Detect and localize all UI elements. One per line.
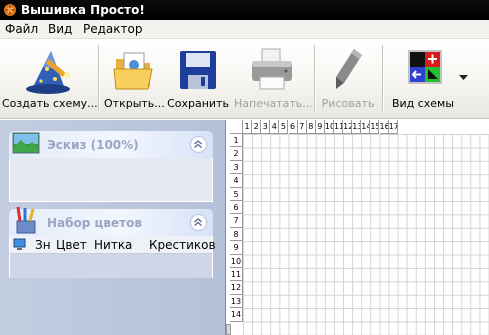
monitor-icon — [13, 238, 26, 250]
view-scheme-button[interactable]: Вид схемы — [388, 45, 458, 115]
menu-file[interactable]: Файл — [5, 22, 38, 36]
sketch-panel: Эскиз (100%) — [9, 131, 213, 202]
colors-panel-body: Зн Цвет Нитка Крестиков — [9, 236, 216, 278]
left-panel: Эскиз (100%) Набор цветов Зн Цвет Нитка … — [0, 120, 225, 335]
open-label: Открыть... — [104, 97, 165, 110]
column-number: 14 — [361, 120, 371, 134]
colors-panel-title: Набор цветов — [47, 216, 142, 230]
column-number: 7 — [297, 120, 307, 134]
column-number: 1 — [243, 120, 253, 134]
column-number: 10 — [324, 120, 334, 134]
save-button[interactable]: Сохранить — [167, 45, 229, 115]
row-number: 6 — [230, 201, 243, 215]
draw-label: Рисовать — [321, 97, 375, 110]
menu-view[interactable]: Вид — [48, 22, 72, 36]
print-button[interactable]: Напечатать... — [234, 45, 313, 115]
row-number: 4 — [230, 174, 243, 188]
row-number: 14 — [230, 308, 243, 322]
menu-bar: Файл Вид Редактор — [0, 20, 489, 39]
create-scheme-label: Создать схему... — [2, 97, 98, 110]
draw-button[interactable]: Рисовать — [318, 45, 378, 115]
column-number: 9 — [315, 120, 325, 134]
column-symbol[interactable]: Зн — [35, 238, 51, 252]
printer-icon — [252, 48, 292, 90]
column-thread[interactable]: Нитка — [94, 238, 132, 252]
row-number: 13 — [230, 294, 243, 309]
row-number: 8 — [230, 227, 243, 242]
column-number: 3 — [261, 120, 271, 134]
scheme-grid-area[interactable]: 1234567891011121314151617 12345678910111… — [225, 120, 489, 335]
app-icon — [4, 4, 16, 16]
row-numbers: 1 2 3 4 5 6 7 8 9 10 11 12 13 14 — [230, 134, 243, 335]
open-button[interactable]: Открыть... — [104, 45, 165, 115]
menu-editor[interactable]: Редактор — [83, 22, 142, 36]
column-number: 5 — [279, 120, 289, 134]
colors-panel-header[interactable]: Набор цветов — [9, 206, 213, 236]
column-number: 11 — [334, 120, 344, 134]
pencil-icon — [336, 49, 362, 89]
colors-list[interactable] — [10, 254, 212, 278]
column-number: 8 — [306, 120, 316, 134]
row-number: 10 — [230, 254, 243, 268]
row-number: 12 — [230, 281, 243, 295]
stitch-grid[interactable] — [243, 134, 489, 335]
column-number: 2 — [252, 120, 262, 134]
row-number: 1 — [230, 134, 243, 148]
window-title: Вышивка Просто! — [21, 3, 145, 17]
column-number: 13 — [352, 120, 362, 134]
collapse-chevron-icon[interactable] — [190, 136, 207, 153]
grid-corner — [230, 120, 243, 134]
title-bar: Вышивка Просто! — [0, 0, 489, 20]
column-number: 16 — [379, 120, 389, 134]
collapse-chevron-icon[interactable] — [190, 214, 207, 231]
toolbar-separator — [314, 45, 316, 111]
row-number: 5 — [230, 187, 243, 201]
toolbar: Создать схему... Открыть... Сохранить На… — [0, 39, 489, 119]
column-color[interactable]: Цвет — [56, 238, 87, 252]
dropdown-arrow-icon[interactable] — [459, 75, 468, 81]
row-number: 3 — [230, 160, 243, 175]
column-number: 6 — [288, 120, 298, 134]
column-crosses[interactable]: Крестиков — [149, 238, 216, 252]
sketch-panel-title: Эскиз (100%) — [47, 138, 139, 152]
wizard-hat-icon — [26, 51, 70, 94]
row-number: 11 — [230, 268, 243, 282]
column-number: 17 — [388, 120, 398, 134]
column-number: 4 — [270, 120, 280, 134]
folder-open-icon — [113, 52, 153, 90]
sketch-panel-header[interactable]: Эскиз (100%) — [9, 131, 213, 158]
create-scheme-button[interactable]: Создать схему... — [2, 45, 98, 115]
scheme-view-icon — [408, 50, 442, 84]
landscape-picture-icon — [12, 132, 40, 154]
floppy-disk-icon — [180, 51, 216, 89]
column-number: 12 — [343, 120, 353, 134]
colors-panel: Набор цветов Зн Цвет Нитка Крестиков — [9, 206, 216, 278]
toolbar-separator — [382, 45, 384, 111]
column-number: 15 — [370, 120, 380, 134]
row-number: 7 — [230, 214, 243, 228]
row-number: 9 — [230, 241, 243, 255]
brushes-icon — [16, 206, 36, 234]
save-label: Сохранить — [167, 97, 229, 110]
row-number: 2 — [230, 147, 243, 161]
column-numbers: 1234567891011121314151617 — [243, 120, 489, 134]
print-label: Напечатать... — [234, 97, 313, 110]
view-scheme-label: Вид схемы — [391, 97, 455, 110]
sketch-panel-body — [9, 158, 213, 202]
colors-table-header: Зн Цвет Нитка Крестиков — [10, 236, 216, 254]
toolbar-separator — [98, 45, 100, 111]
